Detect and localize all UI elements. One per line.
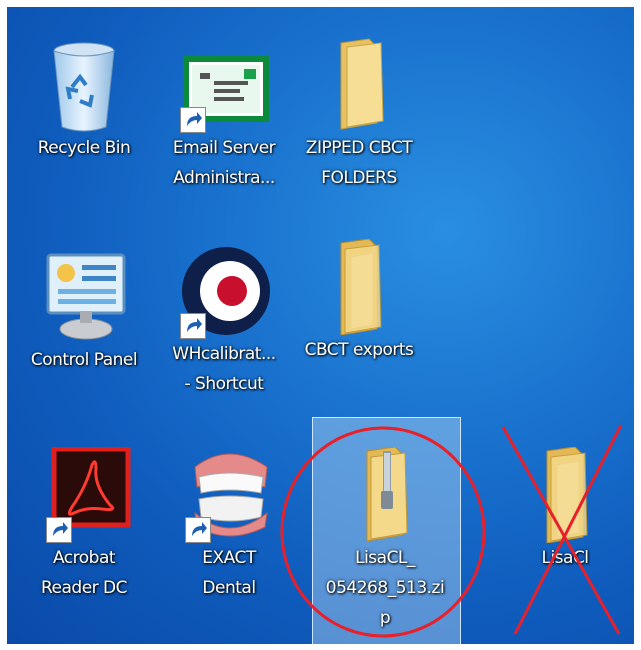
desktop-icon-cbct-exports[interactable]: CBCT exports xyxy=(289,238,429,365)
desktop-icon-recycle-bin[interactable]: Recycle Bin xyxy=(14,37,154,163)
desktop-icon-email-server[interactable]: Email Server Administra... xyxy=(154,37,294,193)
icon-label: Email Server xyxy=(172,138,276,158)
desktop-icon-exact-dental[interactable]: EXACT Dental xyxy=(159,447,299,603)
icon-label: LisaCL_ xyxy=(355,548,415,568)
icon-label-line2: FOLDERS xyxy=(321,168,397,188)
folder-icon xyxy=(311,37,407,133)
desktop-icon-whcalibrat-shortcut[interactable]: WHcalibrat... - Shortcut xyxy=(154,243,294,399)
icon-label: ZIPPED CBCT xyxy=(305,138,413,158)
zip-folder-icon xyxy=(337,446,433,543)
desktop-icon-lisacl-folder[interactable]: LisaCl xyxy=(495,446,634,573)
icon-label: Acrobat xyxy=(52,548,116,568)
folder-icon xyxy=(311,238,407,336)
shortcut-arrow-icon xyxy=(185,517,211,543)
icon-label-line2: 054268_513.zi xyxy=(325,578,445,598)
icon-label: WHcalibrat... xyxy=(172,344,276,364)
desktop-icon-control-panel[interactable]: Control Panel xyxy=(14,249,154,375)
desktop: Recycle Bin Email Server Administra... Z… xyxy=(7,7,634,644)
desktop-icon-lisacl-zip[interactable]: LisaCL_ 054268_513.zi p xyxy=(315,446,455,633)
icon-label: CBCT exports xyxy=(304,340,414,360)
icon-label: EXACT xyxy=(202,548,256,568)
icon-label-line2: Dental xyxy=(202,578,256,598)
acrobat-reader-icon xyxy=(36,446,132,543)
desktop-icon-zipped-cbct-folders[interactable]: ZIPPED CBCT FOLDERS xyxy=(289,37,429,193)
icon-label-line2: Administra... xyxy=(173,168,275,188)
recycle-bin-icon xyxy=(36,37,132,133)
desktop-icon-acrobat-reader-dc[interactable]: Acrobat Reader DC xyxy=(14,446,154,603)
dentures-icon xyxy=(181,447,277,543)
shortcut-arrow-icon xyxy=(180,107,206,133)
icon-label-line2: - Shortcut xyxy=(184,374,264,394)
icon-label-line3: p xyxy=(379,608,391,628)
icon-label: Control Panel xyxy=(30,350,138,370)
icon-label: Recycle Bin xyxy=(37,138,131,158)
folder-icon xyxy=(517,446,613,544)
shortcut-arrow-icon xyxy=(46,517,72,543)
target-icon xyxy=(176,243,272,339)
icon-label: LisaCl xyxy=(541,548,589,568)
control-panel-icon xyxy=(36,249,132,345)
icon-label-line2: Reader DC xyxy=(40,578,128,598)
email-server-icon xyxy=(176,37,272,133)
shortcut-arrow-icon xyxy=(180,313,206,339)
